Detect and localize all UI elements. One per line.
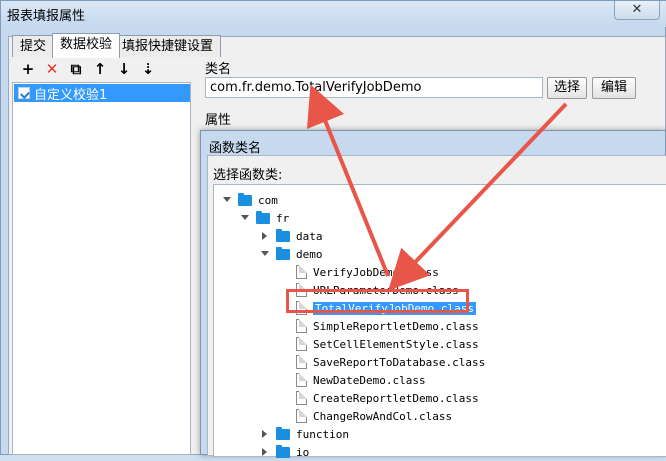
expand-arrow-icon[interactable] xyxy=(260,249,270,259)
edit-button[interactable]: 编辑 xyxy=(592,77,636,99)
collapse-arrow-icon[interactable] xyxy=(260,447,270,457)
tree-node-file[interactable]: SaveReportToDatabase.class xyxy=(296,353,485,371)
select-class-label: 选择函数类: xyxy=(213,168,283,183)
tree-node-demo[interactable]: demo xyxy=(260,245,323,263)
add-icon[interactable]: + xyxy=(18,59,38,79)
class-file-icon xyxy=(296,355,307,369)
folder-icon xyxy=(256,210,270,224)
move-down-icon[interactable]: ↓ xyxy=(114,59,134,79)
tree-node-com[interactable]: com xyxy=(222,191,278,209)
title-bar: 报表填报属性 ✕ xyxy=(1,1,666,27)
tree-node-function[interactable]: function xyxy=(260,425,349,443)
class-file-icon xyxy=(296,319,307,333)
move-up-icon[interactable]: ↑ xyxy=(90,59,110,79)
collapse-arrow-icon[interactable] xyxy=(260,429,270,439)
expand-arrow-icon[interactable] xyxy=(240,213,250,223)
class-file-icon xyxy=(296,391,307,405)
tab-shortcut-settings[interactable]: 填报快捷键设置 xyxy=(114,35,222,57)
dialog-title: 函数类名 xyxy=(209,141,262,156)
collapse-arrow-icon[interactable] xyxy=(260,231,270,241)
class-file-icon xyxy=(296,265,307,279)
class-file-icon xyxy=(296,337,307,351)
tree-node-file[interactable]: VerifyJobDemo.class xyxy=(296,263,439,281)
copy-icon[interactable]: ⧉ xyxy=(66,59,86,79)
tab-submit[interactable]: 提交 xyxy=(12,35,55,57)
classname-label: 类名 xyxy=(205,62,232,77)
tree-node-file[interactable]: NewDateDemo.class xyxy=(296,371,426,389)
tree-node-file[interactable]: CreateReportletDemo.class xyxy=(296,389,479,407)
folder-icon xyxy=(276,228,290,242)
expand-arrow-icon[interactable] xyxy=(222,195,232,205)
close-button[interactable]: ✕ xyxy=(614,1,660,20)
list-item[interactable]: 自定义校验1 xyxy=(14,84,190,103)
annotation-highlight-box xyxy=(286,289,469,313)
select-button[interactable]: 选择 xyxy=(547,77,587,99)
validation-icon xyxy=(18,87,30,99)
class-file-icon xyxy=(296,409,307,423)
tree-node-file[interactable]: SimpleReportletDemo.class xyxy=(296,317,479,335)
classname-input[interactable]: com.fr.demo.TotalVerifyJobDemo xyxy=(205,77,543,98)
rule-list: 自定义校验1 xyxy=(12,82,191,455)
folder-icon xyxy=(276,246,290,260)
tree-node-io[interactable]: io xyxy=(260,443,309,461)
folder-icon xyxy=(276,444,290,458)
class-tree: com fr data demo VerifyJobDemo.class URL… xyxy=(213,184,666,459)
rule-toolbar: + ✕ ⧉ ↑ ↓ ⇣ xyxy=(12,58,192,80)
sort-icon[interactable]: ⇣ xyxy=(138,59,158,79)
tree-node-file[interactable]: SetCellElementStyle.class xyxy=(296,335,479,353)
tree-node-file[interactable]: ChangeRowAndCol.class xyxy=(296,407,452,425)
class-file-icon xyxy=(296,373,307,387)
window-title: 报表填报属性 xyxy=(7,9,86,24)
delete-icon[interactable]: ✕ xyxy=(42,59,62,79)
folder-icon xyxy=(276,426,290,440)
tree-node-fr[interactable]: fr xyxy=(240,209,289,227)
tree-node-data[interactable]: data xyxy=(260,227,323,245)
rule-label: 自定义校验1 xyxy=(34,87,108,103)
tab-data-validation[interactable]: 数据校验 xyxy=(52,33,121,58)
properties-label: 属性 xyxy=(205,113,232,128)
folder-icon xyxy=(238,192,252,206)
